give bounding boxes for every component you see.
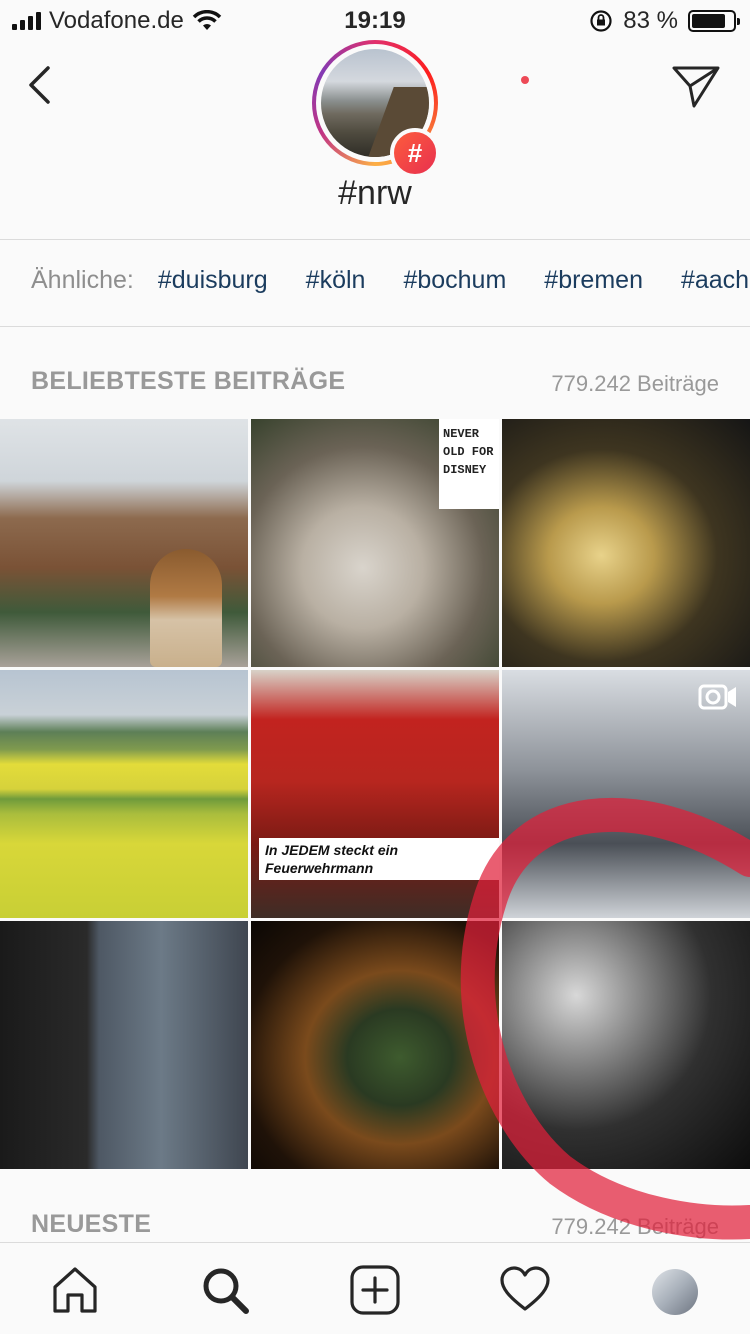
firefighter-caption: In JEDEM steckt ein Feuerwehrmann — [259, 838, 499, 880]
share-button[interactable] — [670, 62, 722, 110]
heart-icon[interactable] — [498, 1263, 552, 1317]
back-button[interactable] — [22, 60, 62, 110]
top-posts-count: 779.242 Beiträge — [551, 371, 719, 396]
home-icon[interactable] — [48, 1263, 102, 1317]
related-label: Ähnliche: — [31, 266, 134, 294]
add-post-icon[interactable] — [348, 1263, 402, 1317]
hashtag-badge-icon: # — [390, 128, 440, 178]
recent-posts-count: 779.242 Beiträge — [551, 1214, 719, 1239]
video-icon — [698, 684, 736, 710]
page-title: #nrw — [338, 174, 412, 212]
post-thumbnail-castle[interactable] — [0, 419, 248, 667]
post-thumbnail-light-arches[interactable] — [502, 419, 750, 667]
post-thumbnail-eeyore[interactable]: NEVER OLD FOR DISNEY — [251, 419, 499, 667]
post-thumbnail-christmas-market[interactable] — [251, 921, 499, 1169]
tab-bar — [0, 1242, 750, 1334]
header-divider — [0, 239, 750, 240]
related-tag-bremen[interactable]: #bremen — [544, 266, 643, 295]
rotation-lock-icon — [590, 10, 612, 32]
related-tags-bar[interactable]: Ähnliche: #duisburg #köln #bochum #breme… — [31, 266, 749, 295]
post-thumbnail-snowy-forest[interactable] — [502, 670, 750, 918]
top-posts-grid: NEVER OLD FOR DISNEY In JEDEM steckt ein… — [0, 419, 750, 1169]
post-thumbnail-street-lamp[interactable] — [0, 921, 248, 1169]
recent-posts-title: NEUESTE — [31, 1210, 152, 1238]
profile-avatar[interactable] — [648, 1265, 702, 1319]
related-divider — [0, 326, 750, 327]
status-bar: Vodafone.de 19:19 83 % — [0, 0, 750, 40]
battery-icon — [688, 10, 740, 32]
post-thumbnail-rapeseed-field[interactable] — [0, 670, 248, 918]
search-icon[interactable] — [198, 1263, 252, 1317]
disney-sign: NEVER OLD FOR DISNEY — [439, 419, 499, 509]
related-tag-koeln[interactable]: #köln — [306, 266, 366, 295]
battery-percent: 83 % — [623, 7, 678, 34]
post-thumbnail-firefighter-santa[interactable]: In JEDEM steckt ein Feuerwehrmann — [251, 670, 499, 918]
related-tag-aachen[interactable]: #aach — [681, 266, 749, 295]
related-tag-duisburg[interactable]: #duisburg — [158, 266, 268, 295]
related-tag-bochum[interactable]: #bochum — [403, 266, 506, 295]
top-posts-title: BELIEBTESTE BEITRÄGE — [31, 367, 346, 395]
activity-notification-dot — [521, 76, 529, 84]
post-thumbnail-light-spheres[interactable] — [502, 921, 750, 1169]
